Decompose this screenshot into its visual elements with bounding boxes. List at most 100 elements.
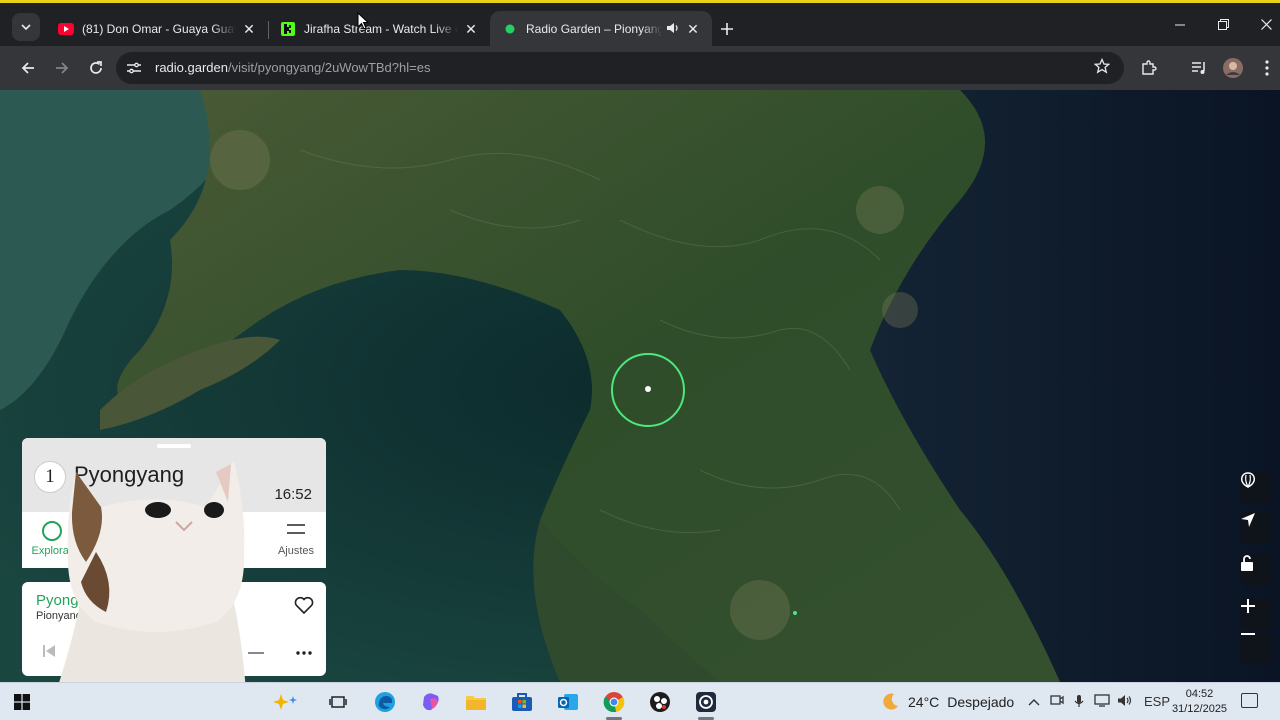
- file-explorer-app[interactable]: [462, 689, 490, 715]
- favorites-map-button[interactable]: [1240, 472, 1272, 504]
- tab-radio-garden[interactable]: Radio Garden – Pionyang ✕: [490, 11, 712, 47]
- restore-icon: [1217, 19, 1229, 30]
- media-control-button[interactable]: [1187, 56, 1211, 80]
- new-tab-button[interactable]: [716, 18, 738, 40]
- camera-icon: [1050, 695, 1064, 705]
- close-icon[interactable]: ✕: [684, 20, 702, 38]
- weather-widget[interactable]: 24°C Despejado: [880, 692, 1014, 712]
- copilot-sparkles-app[interactable]: [272, 689, 300, 715]
- copilot-icon: [423, 693, 439, 711]
- lock-map-button[interactable]: [1240, 554, 1272, 586]
- app-icon: [696, 692, 716, 712]
- tab-youtube[interactable]: (81) Don Omar - Guaya Guaya ( ✕: [46, 11, 268, 47]
- minimize-icon: [1175, 24, 1185, 26]
- kebab-menu-icon: [1265, 60, 1269, 76]
- show-hidden-icons-button[interactable]: [1028, 694, 1040, 709]
- chrome-icon: [603, 692, 625, 713]
- outlook-app[interactable]: [554, 689, 582, 715]
- bookmark-star-icon[interactable]: [1093, 57, 1111, 79]
- nav-settings-label: Ajustes: [277, 545, 315, 557]
- close-window-button[interactable]: [1256, 17, 1276, 33]
- zoom-in-button[interactable]: [1240, 598, 1272, 630]
- language-indicator[interactable]: ESP: [1144, 694, 1170, 709]
- unlock-icon: [1241, 555, 1253, 571]
- start-button[interactable]: [8, 689, 36, 715]
- nav-settings[interactable]: Ajustes: [266, 520, 326, 557]
- radio-garden-icon: [502, 21, 518, 37]
- zoom-out-button[interactable]: [1240, 632, 1272, 664]
- location-arrow-icon: [1241, 513, 1255, 527]
- reload-button[interactable]: [84, 56, 108, 80]
- moon-icon: [883, 693, 898, 710]
- profile-avatar[interactable]: [1221, 56, 1245, 80]
- store-icon: [512, 693, 532, 711]
- browser-toolbar: radio.garden/visit/pyongyang/2uWowTBd?hl…: [0, 46, 1280, 90]
- sparkles-icon: [273, 694, 297, 710]
- chrome-app[interactable]: [600, 689, 628, 715]
- puzzle-icon: [1142, 60, 1157, 75]
- arrow-left-icon: [21, 62, 34, 74]
- windows-logo-icon: [14, 694, 30, 710]
- camera-tray-icon[interactable]: [1050, 694, 1064, 709]
- tab-title: Jirafha Stream - Watch Live on I: [304, 22, 458, 36]
- network-icon: [1094, 694, 1110, 707]
- heart-icon: [294, 596, 314, 615]
- close-icon: [1260, 19, 1272, 30]
- task-view-button[interactable]: [324, 689, 352, 715]
- media-queue-icon: [1192, 62, 1205, 74]
- minus-icon: [1241, 633, 1255, 635]
- volume-tray-icon[interactable]: [1117, 694, 1133, 710]
- network-tray-icon[interactable]: [1094, 694, 1110, 710]
- station-marker-dot[interactable]: [645, 386, 651, 392]
- url-host: radio.garden: [155, 60, 228, 75]
- tab-title: (81) Don Omar - Guaya Guaya (: [82, 22, 236, 36]
- weather-temp: 24°C: [908, 694, 940, 710]
- tab-title: Radio Garden – Pionyang: [526, 22, 662, 36]
- reload-icon: [90, 61, 102, 74]
- cat-overlay: [56, 460, 246, 692]
- restore-button[interactable]: [1213, 17, 1233, 33]
- plus-icon: [1241, 599, 1255, 613]
- close-icon[interactable]: ✕: [462, 20, 480, 38]
- edge-app[interactable]: [371, 689, 399, 715]
- microphone-tray-icon[interactable]: [1074, 694, 1084, 711]
- obs-app[interactable]: [646, 689, 674, 715]
- close-icon[interactable]: ✕: [240, 20, 258, 38]
- notification-center-icon[interactable]: [1241, 693, 1258, 708]
- clock-date: 31/12/2025: [1172, 703, 1228, 715]
- station-marker-small[interactable]: [793, 611, 797, 615]
- balloon-icon: [1241, 472, 1255, 489]
- extensions-button[interactable]: [1137, 56, 1161, 80]
- steam-overlay-app[interactable]: [692, 689, 720, 715]
- folder-icon: [466, 696, 486, 710]
- menu-button[interactable]: [1255, 56, 1279, 80]
- locate-me-button[interactable]: [1240, 512, 1272, 544]
- chevron-down-icon: [21, 24, 31, 30]
- plus-icon: [721, 23, 733, 35]
- minimize-button[interactable]: [1170, 17, 1190, 33]
- site-settings-icon[interactable]: [126, 60, 142, 76]
- youtube-icon: [58, 21, 74, 37]
- weather-description: Despejado: [947, 694, 1015, 710]
- address-bar[interactable]: radio.garden/visit/pyongyang/2uWowTBd?hl…: [116, 52, 1124, 84]
- mouse-cursor-icon: [357, 12, 369, 30]
- avatar-icon: [1223, 58, 1243, 78]
- favorite-button[interactable]: [294, 596, 314, 620]
- arrow-right-icon: [56, 62, 69, 74]
- microsoft-store-app[interactable]: [508, 689, 536, 715]
- url-path: /visit/pyongyang/2uWowTBd?hl=es: [228, 60, 431, 75]
- panel-drag-handle[interactable]: [157, 444, 191, 448]
- chevron-up-icon: [1028, 699, 1040, 706]
- copilot-app[interactable]: [417, 689, 445, 715]
- audio-playing-icon[interactable]: [666, 22, 680, 37]
- forward-button[interactable]: [50, 56, 74, 80]
- tab-search-button[interactable]: [12, 13, 40, 41]
- speaker-icon: [1118, 695, 1132, 706]
- back-button[interactable]: [16, 56, 40, 80]
- obs-icon: [650, 692, 670, 712]
- local-time: 16:52: [274, 486, 312, 503]
- tab-kick[interactable]: Jirafha Stream - Watch Live on I ✕: [268, 11, 490, 47]
- more-options-button[interactable]: [296, 642, 312, 660]
- tab-strip: (81) Don Omar - Guaya Guaya ( ✕ Jirafha …: [0, 0, 1280, 47]
- taskbar-clock[interactable]: 04:52 31/12/2025: [1172, 687, 1227, 717]
